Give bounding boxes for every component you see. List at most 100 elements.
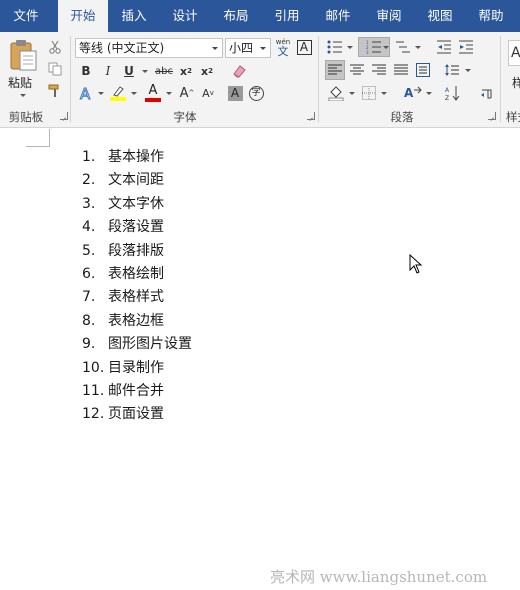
svg-text:A: A xyxy=(404,86,414,100)
enclose-characters-icon: 字 xyxy=(248,85,264,101)
bold-button[interactable]: B xyxy=(78,63,94,79)
list-item[interactable]: 5. 段落排版 xyxy=(0,240,520,262)
character-border-icon: A xyxy=(296,39,312,55)
mouse-pointer-icon xyxy=(409,253,423,274)
underline-button[interactable]: U xyxy=(121,63,137,79)
styles-gallery-item[interactable]: A xyxy=(508,40,520,66)
decrease-indent-icon xyxy=(437,40,451,54)
borders-icon xyxy=(362,86,376,100)
tab-file[interactable]: 文件 xyxy=(4,0,48,32)
phonetic-guide-button[interactable]: wén 文 xyxy=(274,37,292,59)
subscript-button[interactable]: x2 xyxy=(178,63,194,79)
font-color-dropdown-caret[interactable] xyxy=(166,92,172,95)
list-item-number: 1. xyxy=(82,149,96,165)
font-color-button[interactable]: A xyxy=(143,83,163,103)
list-item-number: 8. xyxy=(82,312,96,329)
chinese-layout-dropdown-caret[interactable] xyxy=(426,92,432,95)
tab-references[interactable]: 引用 xyxy=(265,0,309,32)
list-item[interactable]: 3. 文本字休 xyxy=(0,193,520,215)
list-item[interactable]: 8. 表格边框 xyxy=(0,310,520,332)
sort-icon: AZ xyxy=(445,86,460,101)
bullets-icon xyxy=(327,40,342,54)
eraser-icon xyxy=(233,65,246,78)
list-item[interactable]: 12. 页面设置 xyxy=(0,403,520,425)
strikethrough-button[interactable]: abc xyxy=(152,63,176,79)
list-item-number: 11. xyxy=(82,383,105,399)
borders-button[interactable] xyxy=(360,84,378,102)
align-left-button[interactable] xyxy=(325,60,345,80)
enclose-characters-button[interactable]: 字 xyxy=(247,84,265,102)
text-effects-dropdown-caret[interactable] xyxy=(98,92,104,95)
tab-view[interactable]: 视图 xyxy=(418,0,462,32)
list-item-number: 10. xyxy=(82,359,105,376)
list-item[interactable]: 7. 表格样式 xyxy=(0,286,520,308)
line-spacing-dropdown-caret[interactable] xyxy=(465,69,471,72)
borders-dropdown-caret[interactable] xyxy=(381,92,387,95)
list-item-number: 5. xyxy=(82,242,96,259)
tab-insert[interactable]: 插入 xyxy=(112,0,156,32)
line-spacing-button[interactable] xyxy=(443,61,461,79)
multilevel-list-dropdown-caret[interactable] xyxy=(415,46,421,49)
clear-formatting-button[interactable] xyxy=(230,62,248,80)
list-item-text: 目录制作 xyxy=(108,359,164,376)
clipboard-dialog-launcher[interactable] xyxy=(60,112,68,120)
tab-review[interactable]: 审阅 xyxy=(367,0,411,32)
list-item-text: 段落设置 xyxy=(108,219,164,236)
shading-button[interactable] xyxy=(326,84,346,102)
character-border-button[interactable]: A xyxy=(295,38,313,56)
list-item[interactable]: 10. 目录制作 xyxy=(0,357,520,379)
tab-design[interactable]: 设计 xyxy=(163,0,207,32)
underline-dropdown-caret[interactable] xyxy=(142,70,148,73)
list-item[interactable]: 4. 段落设置 xyxy=(0,216,520,238)
tab-help[interactable]: 帮助 xyxy=(469,0,513,32)
highlight-button[interactable] xyxy=(108,84,128,102)
tab-layout[interactable]: 布局 xyxy=(214,0,258,32)
character-shading-button[interactable]: A xyxy=(226,84,244,102)
font-size-combo[interactable]: 小四 xyxy=(225,38,271,58)
format-painter-button[interactable] xyxy=(46,82,64,100)
grow-font-button[interactable]: A ^ xyxy=(178,85,196,101)
numbering-button[interactable]: 123 xyxy=(358,37,390,57)
styles-gallery-label: 样 xyxy=(512,76,520,90)
paragraph-dialog-launcher[interactable] xyxy=(488,112,496,120)
list-item[interactable]: 9. 图形图片设置 xyxy=(0,333,520,355)
tab-home[interactable]: 开始 xyxy=(58,0,108,32)
copy-button[interactable] xyxy=(46,60,64,78)
list-item[interactable]: 1. 基本操作 xyxy=(0,146,520,168)
text-effects-icon: A xyxy=(80,85,92,101)
list-item[interactable]: 6. 表格绘制 xyxy=(0,263,520,285)
italic-button[interactable]: I xyxy=(100,63,116,79)
align-center-button[interactable] xyxy=(348,61,366,79)
list-item[interactable]: 11. 邮件合并 xyxy=(0,380,520,402)
distributed-button[interactable] xyxy=(414,61,432,79)
show-formatting-marks-button[interactable] xyxy=(477,84,495,102)
shrink-font-button[interactable]: Av xyxy=(199,85,217,101)
font-group-label: 字体 xyxy=(173,110,197,124)
superscript-button[interactable]: x2 xyxy=(199,63,215,79)
cut-button[interactable] xyxy=(46,38,64,56)
multilevel-list-button[interactable] xyxy=(394,38,412,56)
justify-button[interactable] xyxy=(392,61,410,79)
ribbon-tab-bar: 文件 开始 插入 设计 布局 引用 邮件 审阅 视图 帮助 xyxy=(0,0,520,32)
numbering-dropdown-caret[interactable] xyxy=(383,46,389,49)
bullets-button[interactable] xyxy=(326,38,344,56)
list-item-text: 表格边框 xyxy=(108,312,164,329)
align-right-button[interactable] xyxy=(370,61,388,79)
align-left-icon xyxy=(328,64,342,75)
font-dialog-launcher[interactable] xyxy=(307,112,315,120)
highlight-dropdown-caret[interactable] xyxy=(131,92,137,95)
increase-indent-button[interactable] xyxy=(457,38,475,56)
paste-dropdown-caret[interactable] xyxy=(20,94,26,97)
paste-button[interactable] xyxy=(6,38,40,72)
tab-mailings[interactable]: 邮件 xyxy=(316,0,360,32)
chevron-down-icon xyxy=(260,47,266,50)
copy-icon xyxy=(48,62,62,76)
list-item[interactable]: 2. 文本间距 xyxy=(0,169,520,191)
bullets-dropdown-caret[interactable] xyxy=(347,46,353,49)
shading-dropdown-caret[interactable] xyxy=(349,92,355,95)
chinese-layout-button[interactable]: A xyxy=(403,84,423,102)
sort-button[interactable]: AZ xyxy=(444,84,462,102)
font-name-combo[interactable]: 等线 (中文正文) xyxy=(75,38,223,58)
decrease-indent-button[interactable] xyxy=(435,38,453,56)
text-effects-button[interactable]: A xyxy=(77,84,95,102)
